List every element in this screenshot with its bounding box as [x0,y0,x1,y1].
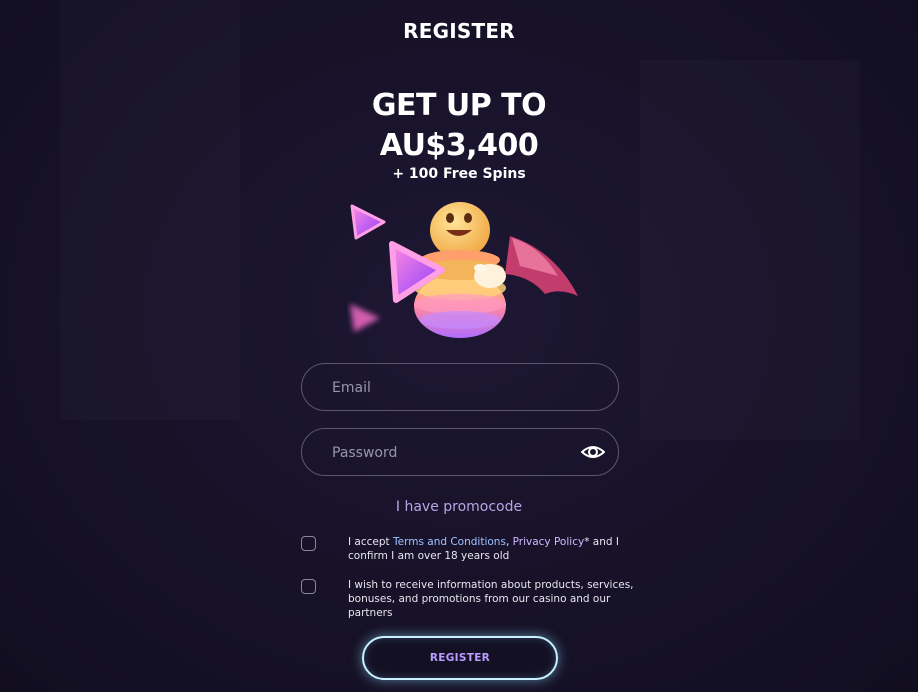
password-input[interactable] [330,429,574,477]
terms-link[interactable]: Terms and Conditions [393,536,506,548]
bonus-free-spins: + 100 Free Spins [392,166,526,182]
promocode-link[interactable]: I have promocode [0,499,918,515]
email-field[interactable] [301,363,619,412]
terms-consent-row: I accept Terms and Conditions, Privacy P… [301,535,631,567]
mascot-illustration [350,202,578,338]
terms-consent-text: I accept Terms and Conditions, Privacy P… [348,535,638,563]
bonus-line-1: GET UP TO [371,88,547,123]
bonus-amount: AU$3,400 [379,128,539,163]
page-title: REGISTER [403,19,515,43]
password-field[interactable] [301,428,619,477]
register-button[interactable]: REGISTER [362,636,558,680]
privacy-policy-link[interactable]: Privacy Policy [513,536,585,548]
terms-prefix: I accept [348,536,393,548]
eye-icon[interactable] [580,441,606,463]
terms-separator: , [505,536,513,548]
background-shape [60,0,240,420]
marketing-checkbox[interactable] [301,579,316,594]
email-input[interactable] [330,364,574,412]
register-page: REGISTER GET UP TO AU$3,400 + 100 Free S… [0,0,918,692]
marketing-consent-text: I wish to receive information about prod… [348,579,634,619]
terms-checkbox[interactable] [301,536,316,551]
marketing-consent-row: I wish to receive information about prod… [301,578,634,622]
bonus-headline: GET UP TO AU$3,400 [0,86,918,166]
